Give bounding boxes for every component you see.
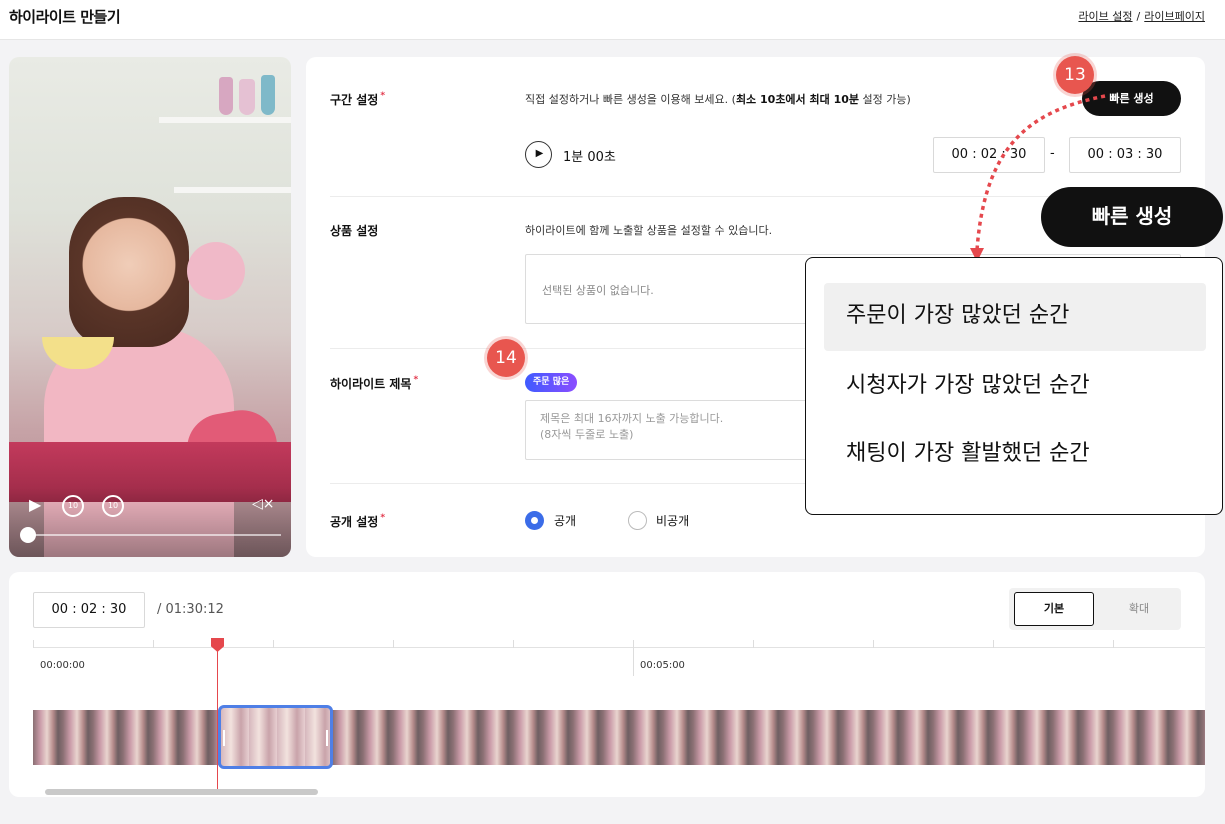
rewind-10-icon[interactable]: 10 (62, 495, 84, 517)
public-radio[interactable] (525, 511, 544, 530)
ruler-tick (993, 640, 994, 648)
forward-10-icon[interactable]: 10 (102, 495, 124, 517)
shelf-decor (159, 117, 291, 123)
video-progress-track[interactable] (27, 534, 281, 536)
quick-create-menu: 주문이 가장 많았던 순간 시청자가 가장 많았던 순간 채팅이 가장 활발했던… (805, 257, 1223, 515)
menu-item-most-viewers[interactable]: 시청자가 가장 많았던 순간 (824, 353, 1206, 421)
order-many-tag: 주문 많은 (525, 373, 578, 392)
breadcrumb: 라이브 설정 / 라이브페이지 (1078, 8, 1205, 24)
ruler-tick (753, 640, 754, 648)
private-radio-label[interactable]: 비공개 (656, 512, 689, 529)
horizontal-scrollbar[interactable] (45, 789, 318, 795)
selected-segment[interactable] (218, 705, 333, 769)
mode-zoom-button[interactable]: 확대 (1104, 592, 1174, 626)
breadcrumb-live-settings-link[interactable]: 라이브 설정 (1078, 10, 1132, 23)
breadcrumb-live-page-link[interactable]: 라이브페이지 (1144, 10, 1205, 23)
menu-item-most-orders[interactable]: 주문이 가장 많았던 순간 (824, 283, 1206, 351)
vase-decor (219, 77, 233, 115)
play-icon[interactable]: ▶ (29, 497, 41, 513)
ruler-tick (513, 640, 514, 648)
product-label: 상품 설정 (330, 224, 379, 238)
annotation-arrow (970, 94, 1106, 262)
ruler-label-start: 00:00:00 (40, 660, 85, 671)
product-empty-text: 선택된 상품이 없습니다. (542, 284, 654, 297)
ruler-tick (393, 640, 394, 648)
section-description: 직접 설정하거나 빠른 생성을 이용해 보세요. (최소 10초에서 최대 10… (525, 93, 911, 106)
segment-right-handle[interactable] (326, 730, 328, 746)
segment-left-handle[interactable] (223, 730, 225, 746)
step-badge-14: 14 (487, 339, 525, 377)
play-preview-icon[interactable]: ▶ (525, 141, 552, 168)
public-radio-label[interactable]: 공개 (554, 512, 576, 529)
section-label: 구간 설정 * (330, 91, 386, 107)
menu-item-most-chat[interactable]: 채팅이 가장 활발했던 순간 (824, 421, 1206, 489)
playhead-handle[interactable] (211, 638, 224, 652)
video-progress-thumb[interactable] (20, 527, 36, 543)
segment-duration: 1분 00초 (563, 150, 616, 165)
top-bar: 하이라이트 만들기 라이브 설정 / 라이브페이지 (0, 0, 1225, 40)
product-description: 하이라이트에 함께 노출할 상품을 설정할 수 있습니다. (525, 224, 773, 237)
vase-decor (261, 75, 275, 115)
total-duration: / 01:30:12 (157, 602, 224, 617)
ruler-tick (153, 640, 154, 648)
ruler-tick (873, 640, 874, 648)
thumbnail-strip[interactable] (33, 710, 1205, 765)
breadcrumb-separator: / (1136, 10, 1141, 23)
presenter-face (69, 197, 189, 347)
bowl-decor (187, 242, 245, 300)
title-placeholder: 제목은 최대 16자까지 노출 가능합니다. (8자씩 두줄로 노출) (540, 412, 724, 441)
shelf-decor (174, 187, 291, 193)
title-label: 하이라이트 제목 * (330, 375, 419, 391)
ruler-tick (273, 640, 274, 648)
private-radio[interactable] (628, 511, 647, 530)
video-preview[interactable]: ▶ 10 10 ◁× (9, 57, 291, 557)
vase-decor (239, 79, 255, 115)
page-title: 하이라이트 만들기 (9, 8, 121, 26)
ruler-tick (1113, 640, 1114, 648)
visibility-label: 공개 설정 * (330, 513, 386, 529)
mode-basic-button[interactable]: 기본 (1014, 592, 1094, 626)
current-time-input[interactable]: 00 : 02 : 30 (33, 592, 145, 628)
step-badge-13: 13 (1056, 56, 1094, 94)
zoom-toggle: 기본 확대 (1009, 588, 1181, 630)
mute-icon[interactable]: ◁× (252, 497, 275, 511)
ruler-tick (633, 640, 634, 676)
video-controls (9, 487, 291, 557)
timeline-panel: 00 : 02 : 30 / 01:30:12 기본 확대 00:00:00 0… (9, 572, 1205, 797)
quick-create-callout: 빠른 생성 (1041, 187, 1223, 247)
ruler-label-mid: 00:05:00 (640, 660, 685, 671)
playhead-line (217, 642, 218, 792)
ruler-tick (33, 640, 34, 648)
timeline-ruler (33, 640, 1205, 676)
